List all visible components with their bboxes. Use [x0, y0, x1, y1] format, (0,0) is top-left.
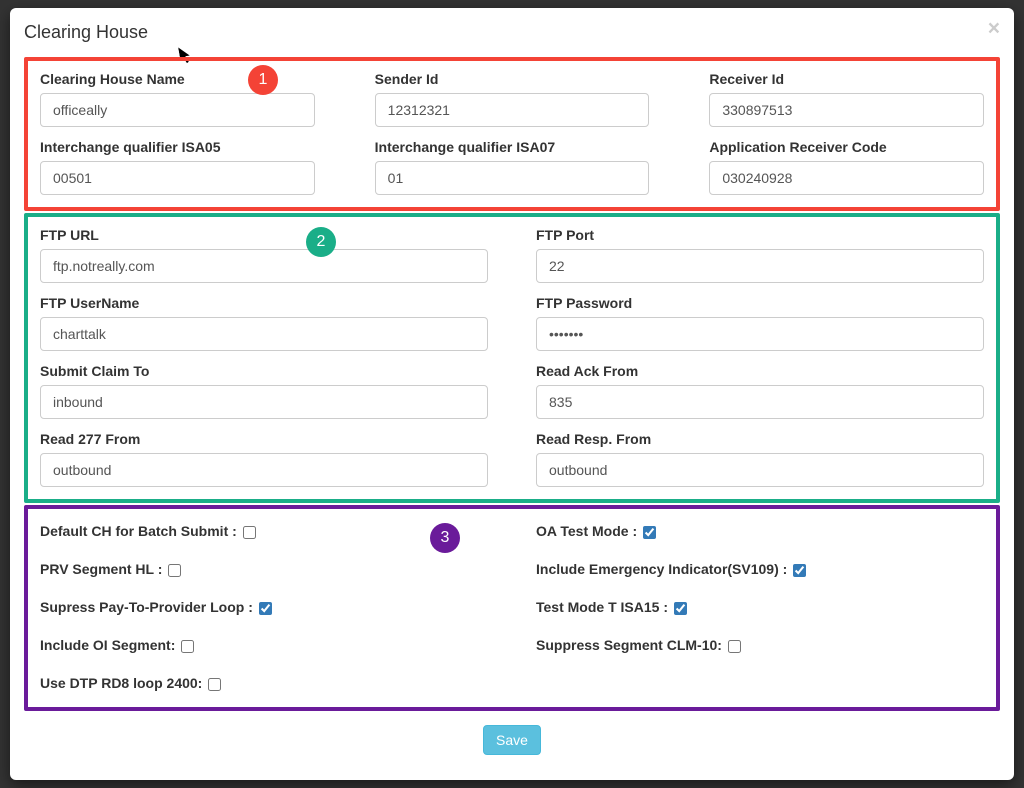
clearing-house-modal: × Clearing House 1 Clearing House Name S…: [10, 8, 1014, 780]
submit-claim-to-label: Submit Claim To: [40, 363, 488, 379]
oa-test-checkbox[interactable]: [643, 526, 656, 539]
submit-claim-to-input[interactable]: [40, 385, 488, 419]
default-ch-label: Default CH for Batch Submit :: [40, 523, 256, 539]
isa07-label: Interchange qualifier ISA07: [375, 139, 650, 155]
ftp-username-label: FTP UserName: [40, 295, 488, 311]
use-dtp-rd8-label: Use DTP RD8 loop 2400:: [40, 675, 221, 691]
close-icon[interactable]: ×: [988, 18, 1000, 39]
section-identifiers: 1 Clearing House Name Sender Id Receiver…: [24, 57, 1000, 211]
modal-title: Clearing House: [24, 22, 1000, 43]
read-277-from-input[interactable]: [40, 453, 488, 487]
app-recv-code-label: Application Receiver Code: [709, 139, 984, 155]
prv-seg-checkbox[interactable]: [168, 564, 181, 577]
sender-id-label: Sender Id: [375, 71, 650, 87]
save-button[interactable]: Save: [483, 725, 541, 755]
ftp-url-input[interactable]: [40, 249, 488, 283]
ftp-port-label: FTP Port: [536, 227, 984, 243]
read-277-from-label: Read 277 From: [40, 431, 488, 447]
section-options: 3 Default CH for Batch Submit : OA Test …: [24, 505, 1000, 711]
isa05-label: Interchange qualifier ISA05: [40, 139, 315, 155]
oa-test-label: OA Test Mode :: [536, 523, 656, 539]
suppress-clm10-checkbox[interactable]: [728, 640, 741, 653]
ftp-password-label: FTP Password: [536, 295, 984, 311]
prv-seg-label: PRV Segment HL :: [40, 561, 181, 577]
ftp-password-input[interactable]: [536, 317, 984, 351]
isa07-input[interactable]: [375, 161, 650, 195]
test-isa15-checkbox[interactable]: [674, 602, 687, 615]
receiver-id-input[interactable]: [709, 93, 984, 127]
read-resp-from-label: Read Resp. From: [536, 431, 984, 447]
section-ftp: 2 FTP URL FTP Port FTP UserName FTP Pass…: [24, 213, 1000, 503]
ftp-port-input[interactable]: [536, 249, 984, 283]
include-oi-label: Include OI Segment:: [40, 637, 194, 653]
section-badge-1: 1: [248, 65, 278, 95]
read-ack-from-input[interactable]: [536, 385, 984, 419]
suppress-clm10-label: Suppress Segment CLM-10:: [536, 637, 741, 653]
isa05-input[interactable]: [40, 161, 315, 195]
ftp-url-label: FTP URL: [40, 227, 488, 243]
supress-paytp-checkbox[interactable]: [259, 602, 272, 615]
emerg-ind-label: Include Emergency Indicator(SV109) :: [536, 561, 806, 577]
section-badge-3: 3: [430, 523, 460, 553]
read-resp-from-input[interactable]: [536, 453, 984, 487]
emerg-ind-checkbox[interactable]: [793, 564, 806, 577]
section-badge-2: 2: [306, 227, 336, 257]
use-dtp-rd8-checkbox[interactable]: [208, 678, 221, 691]
sender-id-input[interactable]: [375, 93, 650, 127]
include-oi-checkbox[interactable]: [181, 640, 194, 653]
modal-overlay: × Clearing House 1 Clearing House Name S…: [0, 0, 1024, 788]
modal-footer: Save: [24, 725, 1000, 755]
supress-paytp-label: Supress Pay-To-Provider Loop :: [40, 599, 272, 615]
read-ack-from-label: Read Ack From: [536, 363, 984, 379]
test-isa15-label: Test Mode T ISA15 :: [536, 599, 687, 615]
ftp-username-input[interactable]: [40, 317, 488, 351]
clearing-house-name-input[interactable]: [40, 93, 315, 127]
receiver-id-label: Receiver Id: [709, 71, 984, 87]
default-ch-checkbox[interactable]: [243, 526, 256, 539]
app-recv-code-input[interactable]: [709, 161, 984, 195]
